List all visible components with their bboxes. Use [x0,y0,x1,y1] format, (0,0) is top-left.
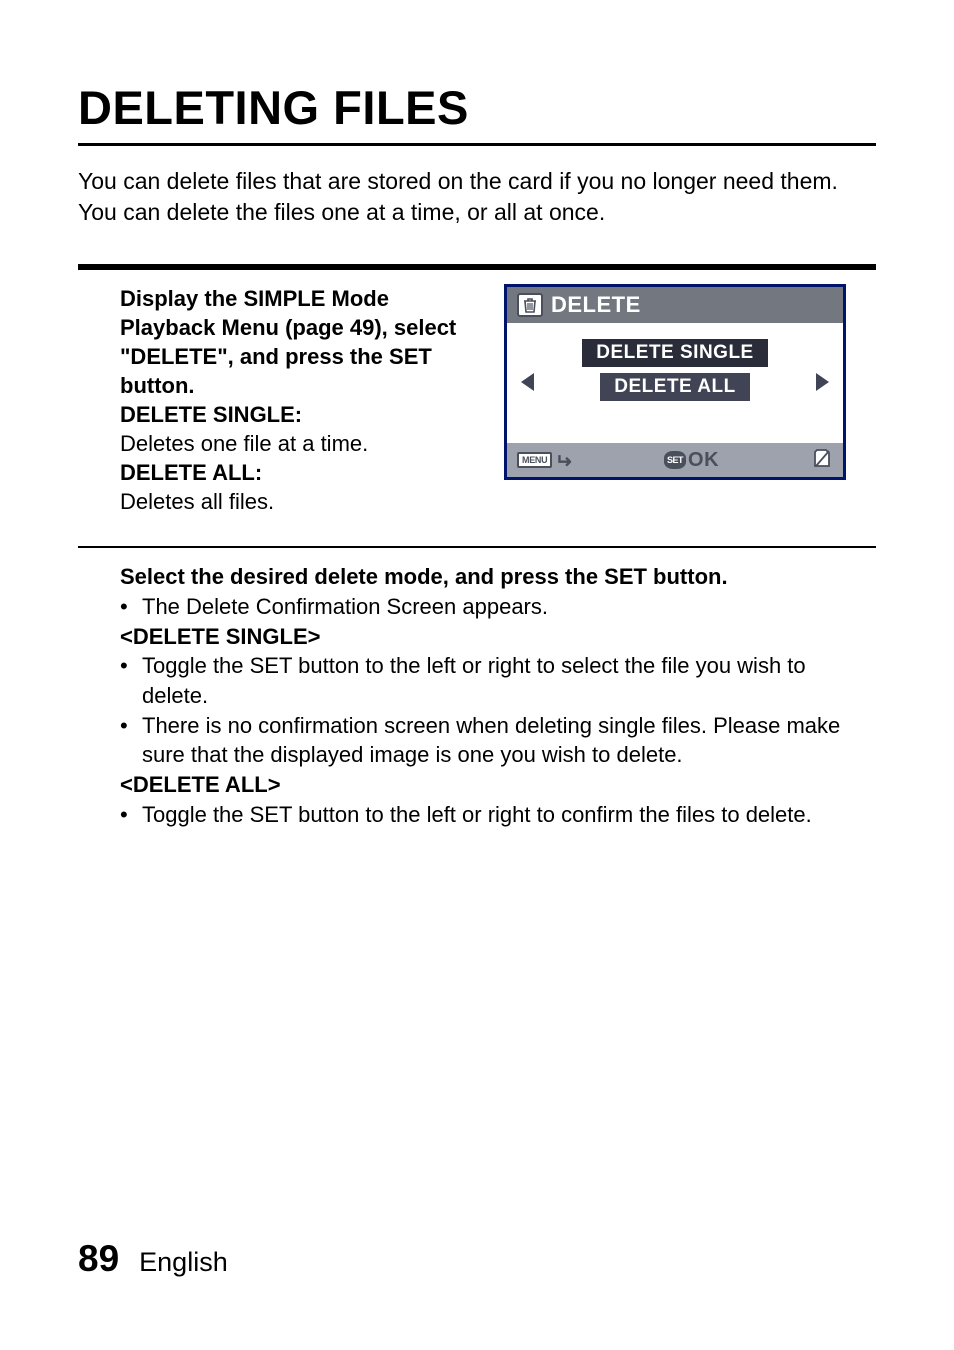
delete-all-bullet-1: Toggle the SET button to the left or rig… [142,800,876,830]
lcd-header: DELETE [507,287,843,323]
step-1-opt1-desc: Deletes one file at a time. [120,431,368,456]
list-item: Toggle the SET button to the left or rig… [120,651,876,710]
divider-thin [78,546,876,548]
step-2-instruction: Select the desired delete mode, and pres… [120,562,876,592]
step-1-row: Display the SIMPLE Mode Playback Menu (p… [78,284,876,516]
delete-all-heading: <DELETE ALL> [120,770,876,800]
step-2-text: Select the desired delete mode, and pres… [78,562,876,829]
menu-label: MENU [517,452,552,468]
lcd-footer: MENU ↵ SET OK [507,443,843,477]
step-1-text: Display the SIMPLE Mode Playback Menu (p… [120,284,474,516]
page-number: 89 [78,1238,119,1280]
lcd-header-label: DELETE [551,292,641,318]
sd-card-icon [811,447,833,474]
list-item: Toggle the SET button to the left or rig… [120,800,876,830]
trash-icon [517,293,543,317]
list-item: There is no confirmation screen when del… [120,711,876,770]
step-1-instruction: Display the SIMPLE Mode Playback Menu (p… [120,286,456,398]
step-2-bullet-top: The Delete Confirmation Screen appears. [142,592,876,622]
list-item: The Delete Confirmation Screen appears. [120,592,876,622]
divider-thick-1 [78,264,876,270]
lcd-option-delete-single: DELETE SINGLE [582,339,767,367]
menu-back-icon: MENU ↵ [517,448,572,473]
set-ok-group: SET OK [664,449,719,472]
delete-single-bullet-2: There is no confirmation screen when del… [142,711,876,770]
language-label: English [139,1247,228,1278]
delete-single-bullet-1: Toggle the SET button to the left or rig… [142,651,876,710]
lcd-body: DELETE SINGLE DELETE ALL [507,323,843,443]
intro-paragraph: You can delete files that are stored on … [78,166,876,228]
page-title: DELETING FILES [78,80,876,146]
arrow-right-icon [816,373,829,391]
delete-single-heading: <DELETE SINGLE> [120,622,876,652]
step-1-opt2-label: DELETE ALL: [120,460,262,485]
ok-label: OK [688,449,719,472]
set-label: SET [664,451,686,469]
lcd-option-delete-all: DELETE ALL [600,373,749,401]
page-footer: 89 English [78,1238,228,1280]
step-1-opt1-label: DELETE SINGLE: [120,402,302,427]
lcd-screenshot: DELETE DELETE SINGLE DELETE ALL MENU ↵ S… [504,284,846,480]
step-1-opt2-desc: Deletes all files. [120,489,274,514]
arrow-left-icon [521,373,534,391]
